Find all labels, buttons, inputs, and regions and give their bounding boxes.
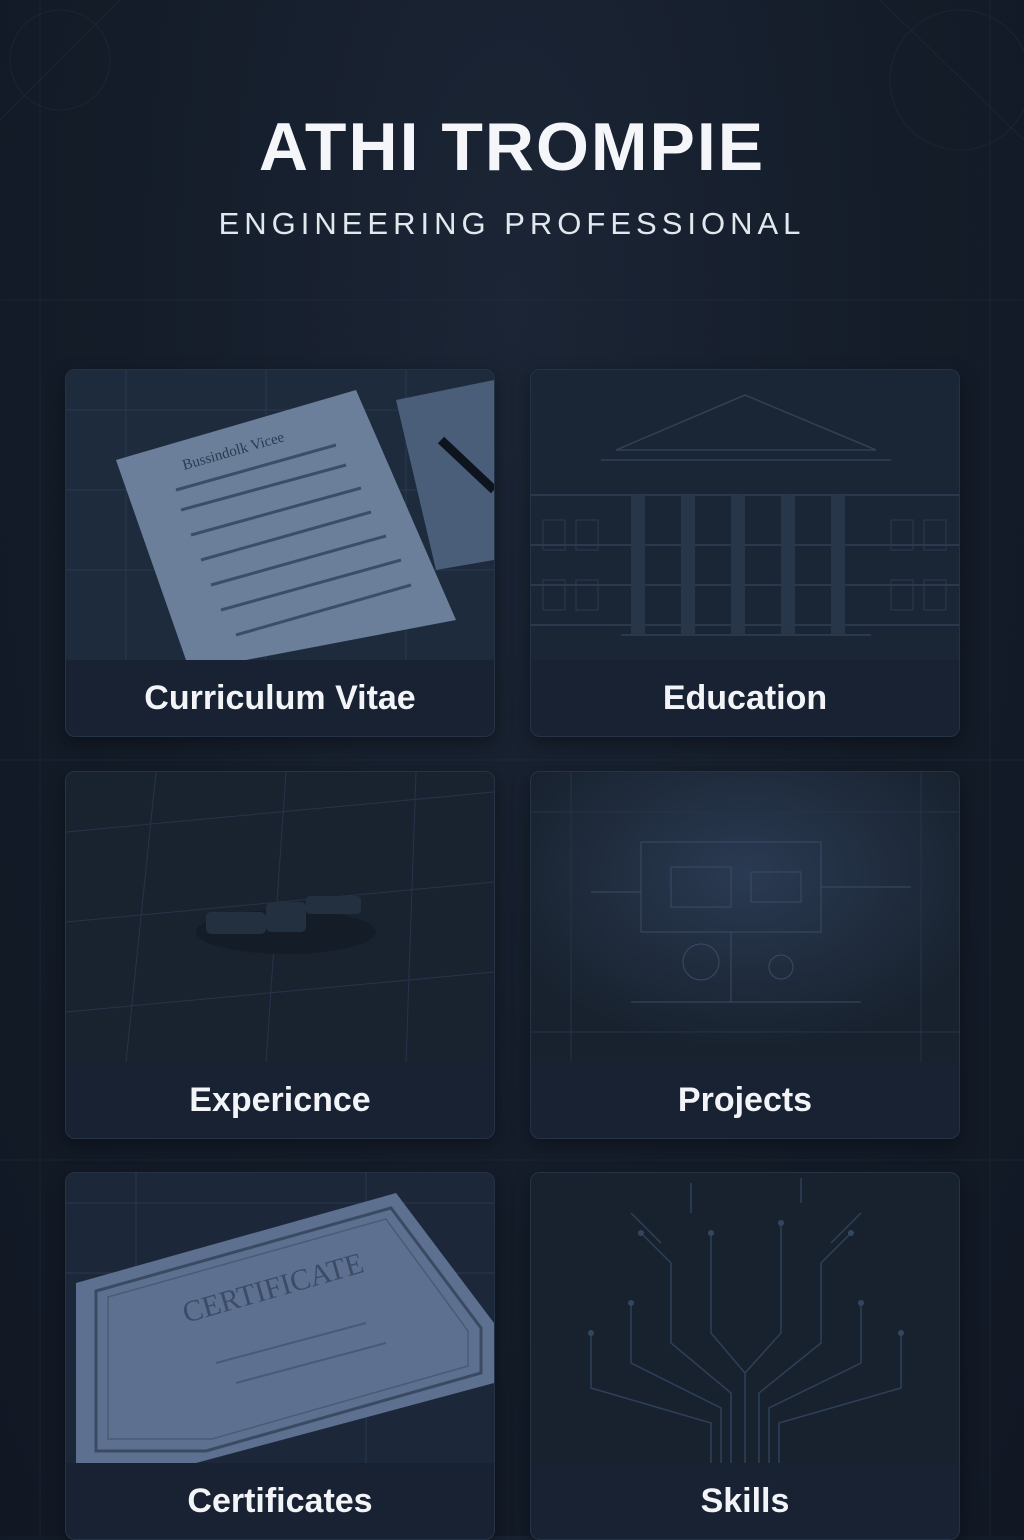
- card-label: Curriculum Vitae: [144, 679, 416, 717]
- card-certificates[interactable]: CERTIFICATE Certificates: [65, 1172, 495, 1540]
- document-icon: Bussindolk Vicee: [66, 370, 494, 660]
- card-label: Expericnce: [189, 1081, 371, 1119]
- certificate-icon: CERTIFICATE: [66, 1173, 494, 1463]
- card-projects[interactable]: Projects: [530, 771, 960, 1139]
- building-icon: [531, 370, 959, 660]
- page-subtitle: ENGINEERING PROFESSIONAL: [218, 206, 806, 241]
- card-skills[interactable]: Skills: [530, 1172, 960, 1540]
- card-label: Education: [662, 679, 828, 717]
- card-label: Projects: [677, 1081, 813, 1119]
- circuit-icon: [531, 1173, 959, 1463]
- blueprint-icon: [531, 772, 959, 1062]
- card-label: Skills: [700, 1482, 790, 1520]
- card-education[interactable]: Education: [530, 369, 960, 737]
- card-curriculum-vitae[interactable]: Bussindolk Vicee Curriculum Vitae: [65, 369, 495, 737]
- page-title: ATHI TROMPIE: [258, 109, 766, 185]
- tool-icon: [66, 772, 494, 1062]
- card-label: Certificates: [187, 1482, 373, 1520]
- card-experience[interactable]: Expericnce: [65, 771, 495, 1139]
